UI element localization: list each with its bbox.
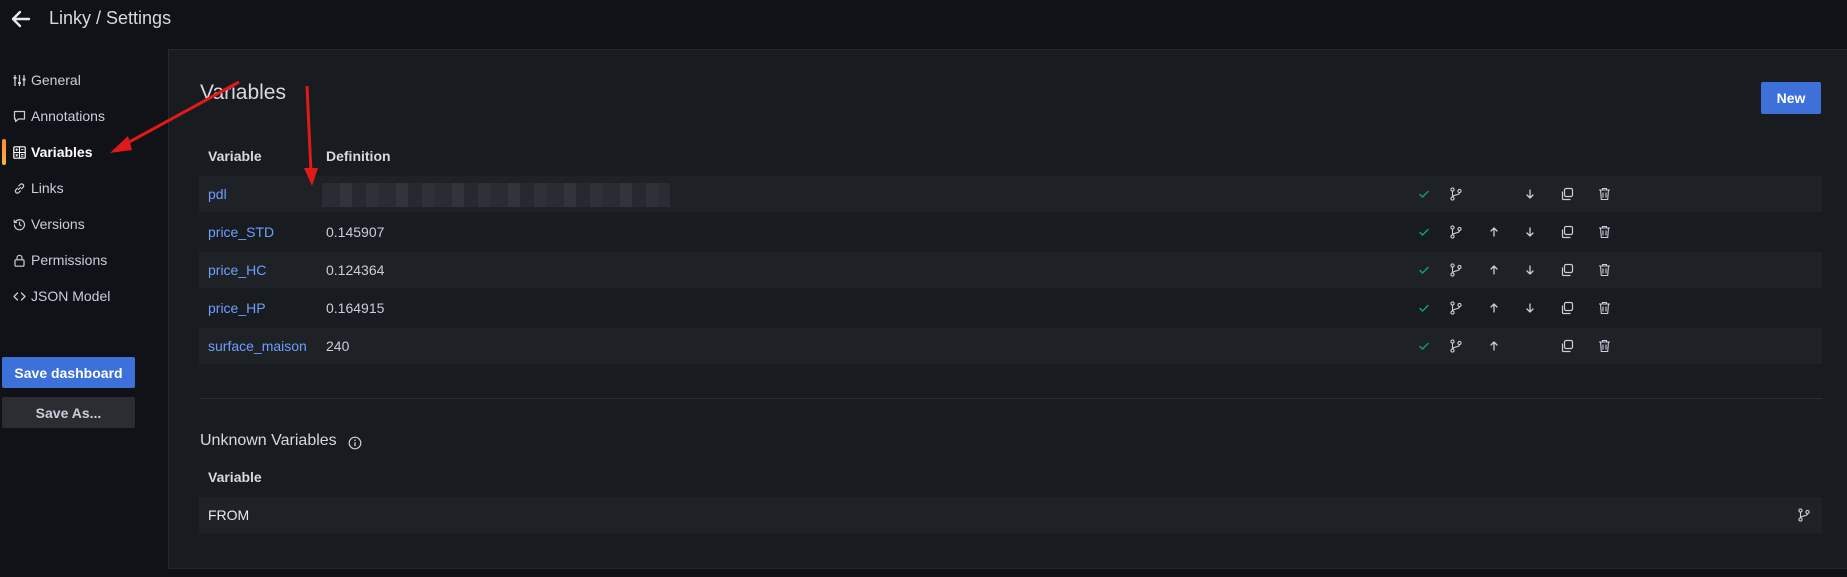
delete-icon[interactable] [1594,260,1614,280]
sidebar-item-variables[interactable]: Variables [0,134,140,170]
sliders-icon [12,73,26,87]
duplicate-icon[interactable] [1557,184,1577,204]
move-down-icon[interactable] [1520,222,1540,242]
variable-name-link[interactable]: price_STD [208,224,274,240]
variable-usage-icon[interactable] [1446,184,1466,204]
variable-usage-icon[interactable] [1446,336,1466,356]
move-down-icon[interactable] [1520,184,1540,204]
check-icon [1414,222,1434,242]
variable-name-link[interactable]: surface_maison [208,338,307,354]
new-variable-button[interactable]: New [1761,82,1821,114]
move-down-icon[interactable] [1520,260,1540,280]
duplicate-icon[interactable] [1557,336,1577,356]
variable-usage-icon[interactable] [1446,222,1466,242]
calculator-icon [12,145,26,159]
duplicate-icon[interactable] [1557,298,1577,318]
move-down-icon[interactable] [1520,298,1540,318]
delete-icon[interactable] [1594,298,1614,318]
move-up-icon[interactable] [1484,260,1504,280]
variable-name-link[interactable]: price_HC [208,262,266,278]
sidebar-item-label: Versions [31,216,85,232]
variable-name-link[interactable]: price_HP [208,300,266,316]
move-up-icon[interactable] [1484,222,1504,242]
unknown-column-header-variable: Variable [208,469,262,485]
lock-icon [12,253,26,267]
variable-usage-icon[interactable] [1446,260,1466,280]
sidebar-item-permissions[interactable]: Permissions [0,242,140,278]
variable-definition: 0.164915 [326,300,385,316]
unknown-variables-title: Unknown Variables [200,432,337,449]
duplicate-icon[interactable] [1557,222,1577,242]
check-icon [1414,298,1434,318]
move-up-icon[interactable] [1484,298,1504,318]
variable-definition: 240 [326,338,350,354]
history-icon [12,217,26,231]
sidebar-item-general[interactable]: General [0,62,140,98]
sidebar-item-versions[interactable]: Versions [0,206,140,242]
variable-usage-icon[interactable] [1794,505,1814,525]
sidebar-item-label: Links [31,180,64,196]
top-bar: Linky / Settings [0,0,1847,48]
variables-title: Variables [200,81,286,104]
link-icon [12,181,26,195]
table-row: FROM [199,497,1822,533]
duplicate-icon[interactable] [1557,260,1577,280]
variable-name-link[interactable]: pdl [208,186,227,202]
info-icon[interactable] [348,436,362,450]
table-row: price_HP 0.164915 [199,290,1822,326]
code-icon [12,289,26,303]
sidebar-item-label: Annotations [31,108,105,124]
save-dashboard-button[interactable]: Save dashboard [2,357,135,388]
back-arrow-icon[interactable] [8,6,34,32]
sidebar-item-label: Variables [31,144,93,160]
check-icon [1414,336,1434,356]
move-up-icon[interactable] [1484,336,1504,356]
delete-icon[interactable] [1594,222,1614,242]
variable-usage-icon[interactable] [1446,298,1466,318]
unknown-variable-name: FROM [208,507,250,523]
check-icon [1414,260,1434,280]
column-header-variable: Variable [208,148,262,164]
variable-definition: 0.145907 [326,224,385,240]
settings-sidebar: General Annotations Variables Links Vers… [0,62,140,314]
table-row: price_HC 0.124364 [199,252,1822,288]
sidebar-item-label: JSON Model [31,288,111,304]
sidebar-item-annotations[interactable]: Annotations [0,98,140,134]
column-header-definition: Definition [326,148,391,164]
delete-icon[interactable] [1594,184,1614,204]
sidebar-item-label: Permissions [31,252,108,268]
save-as-button[interactable]: Save As... [2,397,135,428]
comment-icon [12,109,26,123]
delete-icon[interactable] [1594,336,1614,356]
check-icon [1414,184,1434,204]
page-title: Linky / Settings [49,8,172,28]
table-row: price_STD 0.145907 [199,214,1822,250]
sidebar-item-links[interactable]: Links [0,170,140,206]
sidebar-item-json-model[interactable]: JSON Model [0,278,140,314]
redacted-definition [322,183,670,207]
table-row: pdl [199,176,1822,212]
variable-definition: 0.124364 [326,262,385,278]
sidebar-item-label: General [31,72,81,88]
table-row: surface_maison 240 [199,328,1822,364]
section-divider [199,398,1822,399]
